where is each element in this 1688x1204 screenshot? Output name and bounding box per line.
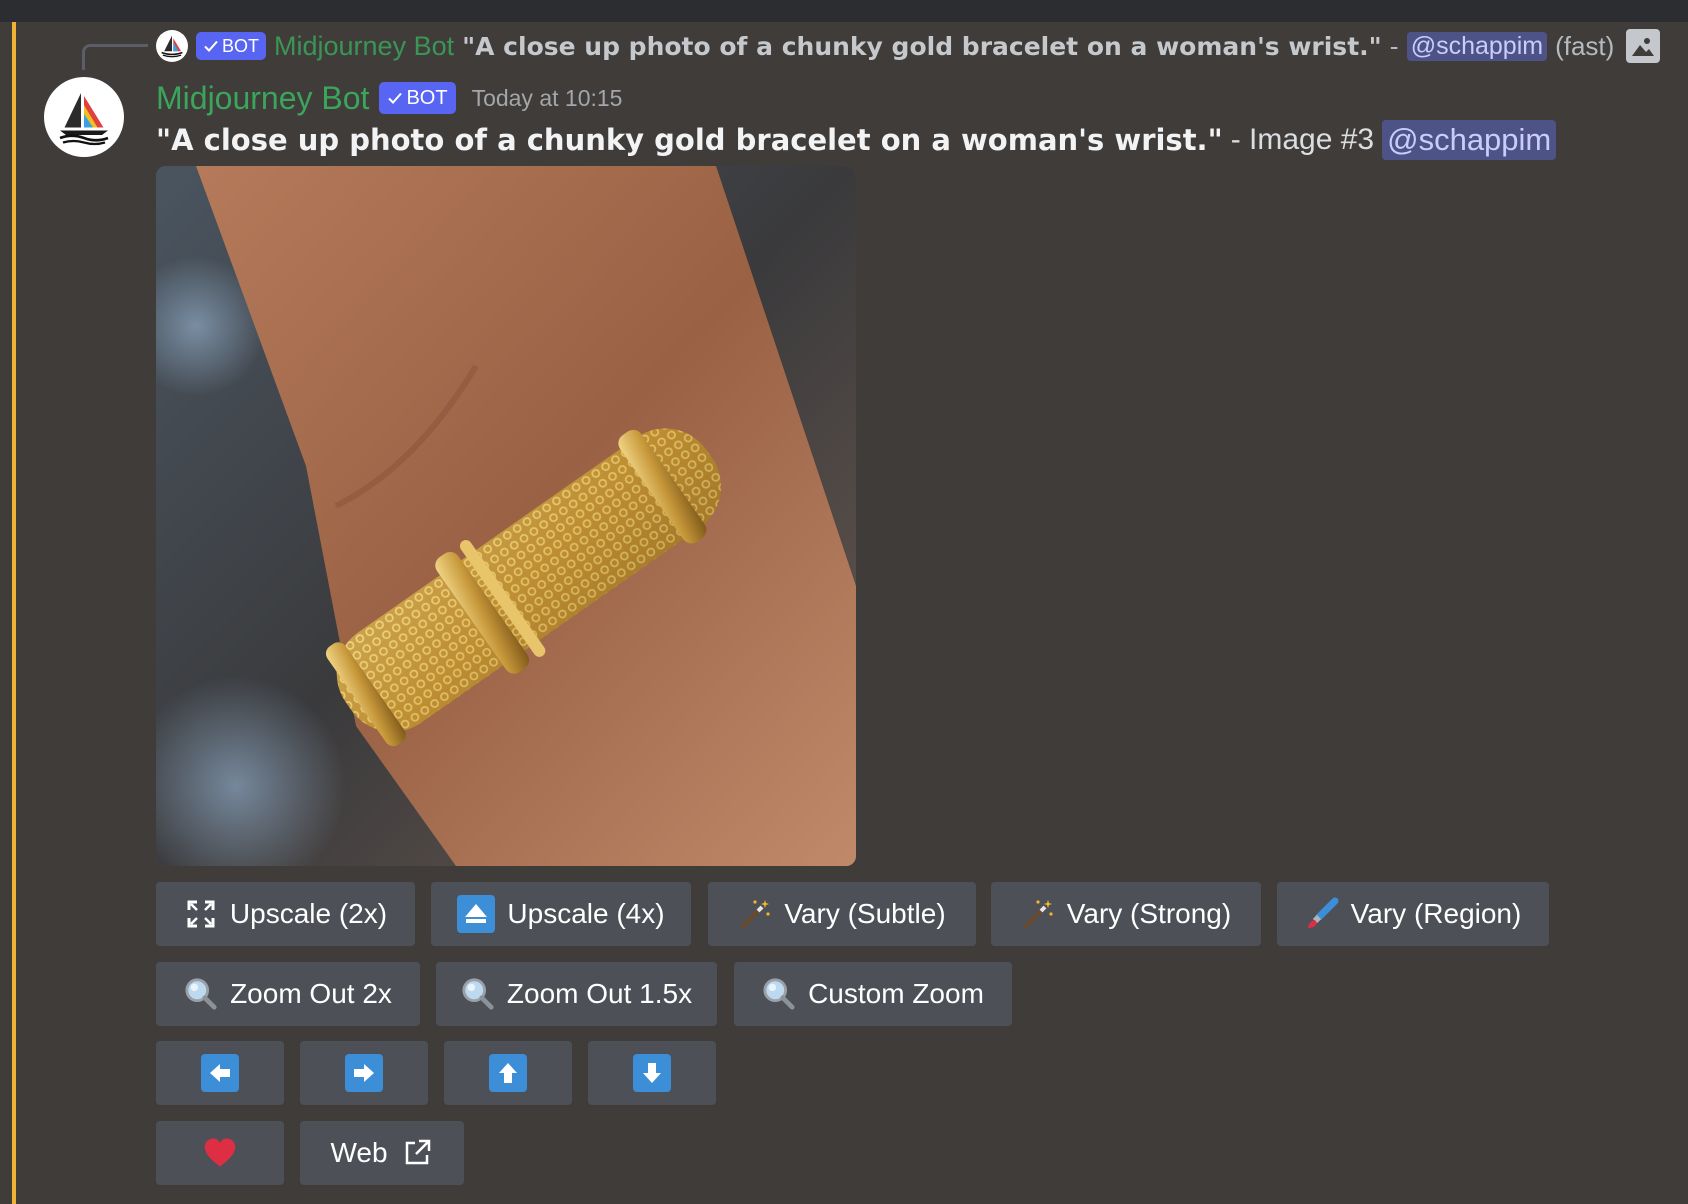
message-content: "A close up photo of a chunky gold brace… [156,118,1557,162]
pan-left-button[interactable] [156,1041,284,1105]
reply-bot-tag: BOT [196,32,267,60]
magic-wand-icon [738,897,772,931]
checkmark-icon [388,92,403,104]
author-name[interactable]: Midjourney Bot [156,80,369,117]
generated-image[interactable] [156,166,856,866]
custom-zoom-button[interactable]: Custom Zoom [734,962,1012,1026]
message-header: Midjourney Bot BOT Today at 10:15 [156,76,622,120]
up-arrow-box-icon [457,895,496,933]
prompt-text: "A close up photo of a chunky gold brace… [156,123,1223,157]
reply-prompt[interactable]: "A close up photo of a chunky gold brace… [462,32,1382,61]
reply-reference[interactable]: BOT Midjourney Bot "A close up photo of … [156,28,1661,64]
reply-connector [82,44,148,70]
magnifier-icon [461,977,495,1011]
pan-right-button[interactable] [300,1041,428,1105]
zoom-out-2x-button[interactable]: Zoom Out 2x [156,962,420,1026]
vary-region-label: Vary (Region) [1350,898,1522,929]
pan-down-button[interactable] [588,1041,716,1105]
bracelet-photo [156,166,856,866]
pan-up-button[interactable] [444,1041,572,1105]
image-label: - Image #3 [1230,123,1375,156]
bot-tag-label: BOT [406,86,448,109]
reply-author[interactable]: Midjourney Bot [274,31,454,62]
vary-strong-label: Vary (Strong) [1066,898,1232,929]
expand-icon [184,897,218,931]
heart-icon [203,1136,237,1170]
upscale-4x-button[interactable]: Upscale (4x) [431,882,691,946]
arrow-up-icon [489,1054,527,1092]
arrow-left-icon [201,1054,239,1092]
arrow-down-icon [633,1054,671,1092]
zoom-out-1-5x-button[interactable]: Zoom Out 1.5x [436,962,717,1026]
reply-bot-tag-label: BOT [222,35,260,56]
upscale-4x-label: Upscale (4x) [507,898,665,929]
vary-region-button[interactable]: Vary (Region) [1277,882,1549,946]
vary-subtle-label: Vary (Subtle) [784,898,946,929]
timestamp[interactable]: Today at 10:15 [472,85,623,112]
external-link-icon [400,1136,434,1170]
vary-strong-button[interactable]: Vary (Strong) [991,882,1261,946]
favorite-button[interactable] [156,1121,284,1185]
upscale-2x-button[interactable]: Upscale (2x) [156,882,415,946]
reply-separator: - [1389,31,1399,61]
custom-zoom-label: Custom Zoom [808,978,984,1009]
zoom-out-1-5x-label: Zoom Out 1.5x [506,978,693,1009]
web-button[interactable]: Web [300,1121,464,1185]
sailboat-logo-icon [59,93,109,146]
web-label: Web [330,1137,388,1168]
reply-avatar[interactable] [156,30,188,62]
user-mention[interactable]: @schappim [1382,120,1557,160]
sailboat-logo-icon [161,35,183,58]
magic-wand-icon [1021,897,1055,931]
reply-mention[interactable]: @schappim [1406,31,1548,61]
avatar[interactable] [44,77,124,157]
bot-tag: BOT [379,82,456,114]
top-bar [0,0,1688,22]
image-icon[interactable] [1626,29,1661,63]
reply-mode: (fast) [1555,30,1615,61]
checkmark-icon [204,40,218,52]
magnifier-icon [762,977,796,1011]
paintbrush-icon [1305,897,1339,931]
magnifier-icon [184,977,218,1011]
zoom-out-2x-label: Zoom Out 2x [230,978,392,1009]
upscale-2x-label: Upscale (2x) [229,898,388,929]
message-highlight-bar [12,22,16,1204]
arrow-right-icon [345,1054,383,1092]
vary-subtle-button[interactable]: Vary (Subtle) [708,882,976,946]
